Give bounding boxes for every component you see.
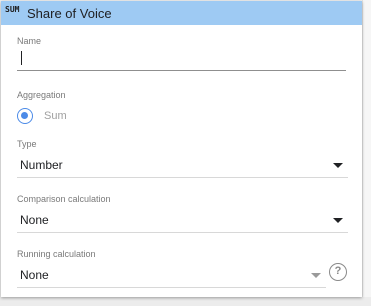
chevron-down-icon xyxy=(333,163,343,168)
sum-icon: SUM xyxy=(5,5,20,14)
background-panel-edge xyxy=(362,0,371,306)
name-label: Name xyxy=(17,36,42,46)
comparison-select[interactable]: None xyxy=(17,208,348,233)
type-label: Type xyxy=(17,139,37,149)
panel-title: Share of Voice xyxy=(27,6,112,21)
type-select[interactable]: Number xyxy=(17,153,348,178)
comparison-select-value: None xyxy=(20,213,49,227)
field-editor-panel: SUM Share of Voice Name Aggregation Sum … xyxy=(1,1,362,297)
background-panel-bottom xyxy=(0,297,371,306)
running-label: Running calculation xyxy=(17,249,96,259)
radio-selected-dot xyxy=(21,112,28,119)
panel-header: SUM Share of Voice xyxy=(1,1,362,25)
aggregation-sum-label: Sum xyxy=(44,110,67,122)
chevron-down-icon xyxy=(333,218,343,223)
running-select-value: None xyxy=(20,268,49,282)
comparison-label: Comparison calculation xyxy=(17,194,111,204)
text-cursor xyxy=(21,51,22,65)
running-select[interactable]: None xyxy=(17,263,326,288)
aggregation-sum-radio[interactable] xyxy=(17,108,33,124)
chevron-down-icon xyxy=(311,273,321,278)
name-input[interactable] xyxy=(17,46,346,71)
help-icon[interactable]: ? xyxy=(329,263,347,281)
type-select-value: Number xyxy=(20,158,63,172)
aggregation-label: Aggregation xyxy=(17,90,66,100)
